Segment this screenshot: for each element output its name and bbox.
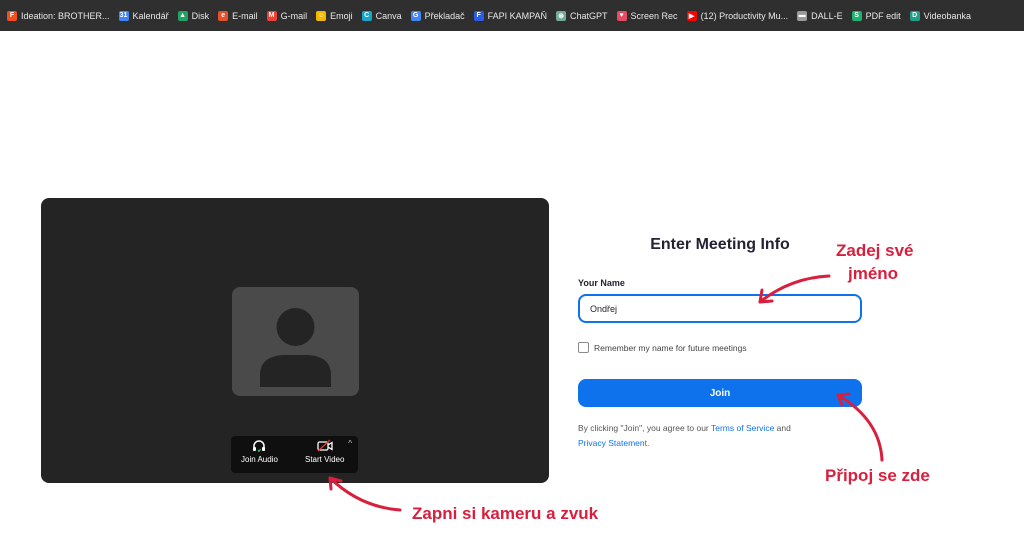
join-hint: Připoj se zde: [825, 466, 930, 485]
av-hint: Zapni si kameru a zvuk: [412, 504, 599, 523]
name-hint-line1: Zadej své: [836, 241, 914, 260]
av-hint-arrow: [328, 476, 402, 512]
join-hint-arrow: [836, 393, 884, 462]
name-hint-line2: jméno: [848, 264, 899, 283]
name-hint-arrow: [758, 274, 831, 304]
